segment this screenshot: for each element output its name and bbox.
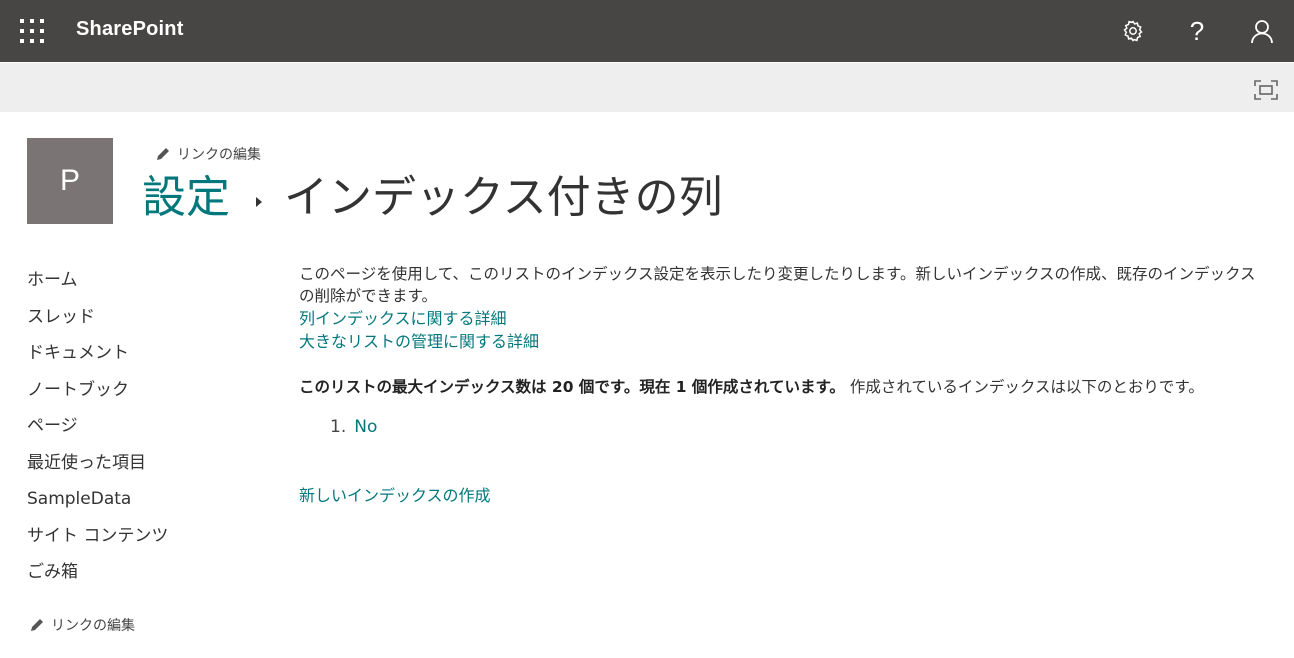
help-glyph: ? (1189, 16, 1205, 46)
nav-item-pages[interactable]: ページ (27, 408, 257, 445)
nav-item-recent[interactable]: 最近使った項目 (27, 445, 257, 482)
edit-links-nav[interactable]: リンクの編集 (29, 615, 135, 635)
left-navigation: ホーム スレッド ドキュメント ノートブック ページ 最近使った項目 Sampl… (27, 262, 257, 591)
index-summary: このリストの最大インデックス数は 20 個です。現在 1 個作成されています。 … (299, 376, 1269, 398)
create-new-index-link[interactable]: 新しいインデックスの作成 (299, 482, 491, 506)
index-list: 1. No (330, 415, 1269, 439)
nav-item-documents[interactable]: ドキュメント (27, 335, 257, 372)
focus-mode-icon[interactable] (1253, 79, 1279, 101)
breadcrumb-separator-icon (256, 197, 262, 207)
learn-more-large-list-link[interactable]: 大きなリストの管理に関する詳細 (299, 330, 1269, 353)
brand-link[interactable]: SharePoint (76, 18, 184, 41)
edit-links-top[interactable]: リンクの編集 (155, 144, 261, 164)
page-description: このページを使用して、このリストのインデックス設定を表示したり変更したりします。… (299, 265, 1256, 305)
index-link-no[interactable]: No (354, 415, 377, 439)
breadcrumb-settings[interactable]: 設定 (142, 168, 230, 228)
command-bar (0, 63, 1294, 112)
index-summary-text: 作成されているインデックスは以下のとおりです。 (849, 378, 1204, 396)
index-summary-bold: このリストの最大インデックス数は 20 個です。現在 1 個作成されています。 (299, 378, 845, 396)
index-number: 1. (330, 417, 347, 437)
nav-item-recycle-bin[interactable]: ごみ箱 (27, 554, 257, 591)
nav-item-notebook[interactable]: ノートブック (27, 372, 257, 409)
edit-links-label: リンクの編集 (51, 618, 135, 634)
nav-item-sampledata[interactable]: SampleData (27, 481, 257, 518)
edit-links-label: リンクの編集 (177, 147, 261, 163)
user-icon[interactable] (1245, 14, 1279, 48)
nav-item-site-contents[interactable]: サイト コンテンツ (27, 518, 257, 555)
site-logo-letter: P (59, 164, 80, 197)
breadcrumb-current: インデックス付きの列 (284, 172, 723, 223)
site-logo[interactable]: P (27, 138, 113, 224)
waffle-icon[interactable] (18, 17, 46, 45)
help-icon[interactable]: ? (1180, 14, 1214, 48)
gear-icon[interactable] (1116, 14, 1150, 48)
nav-item-threads[interactable]: スレッド (27, 299, 257, 336)
main-content: このページを使用して、このリストのインデックス設定を表示したり変更したりします。… (299, 262, 1269, 505)
suite-bar: SharePoint ? (0, 0, 1294, 62)
pencil-icon (157, 148, 169, 160)
nav-item-home[interactable]: ホーム (27, 262, 257, 299)
pencil-icon (31, 619, 43, 631)
list-item: 1. No (330, 415, 1269, 439)
learn-more-column-index-link[interactable]: 列インデックスに関する詳細 (299, 307, 1269, 330)
page-title: 設定 インデックス付きの列 (142, 168, 723, 228)
